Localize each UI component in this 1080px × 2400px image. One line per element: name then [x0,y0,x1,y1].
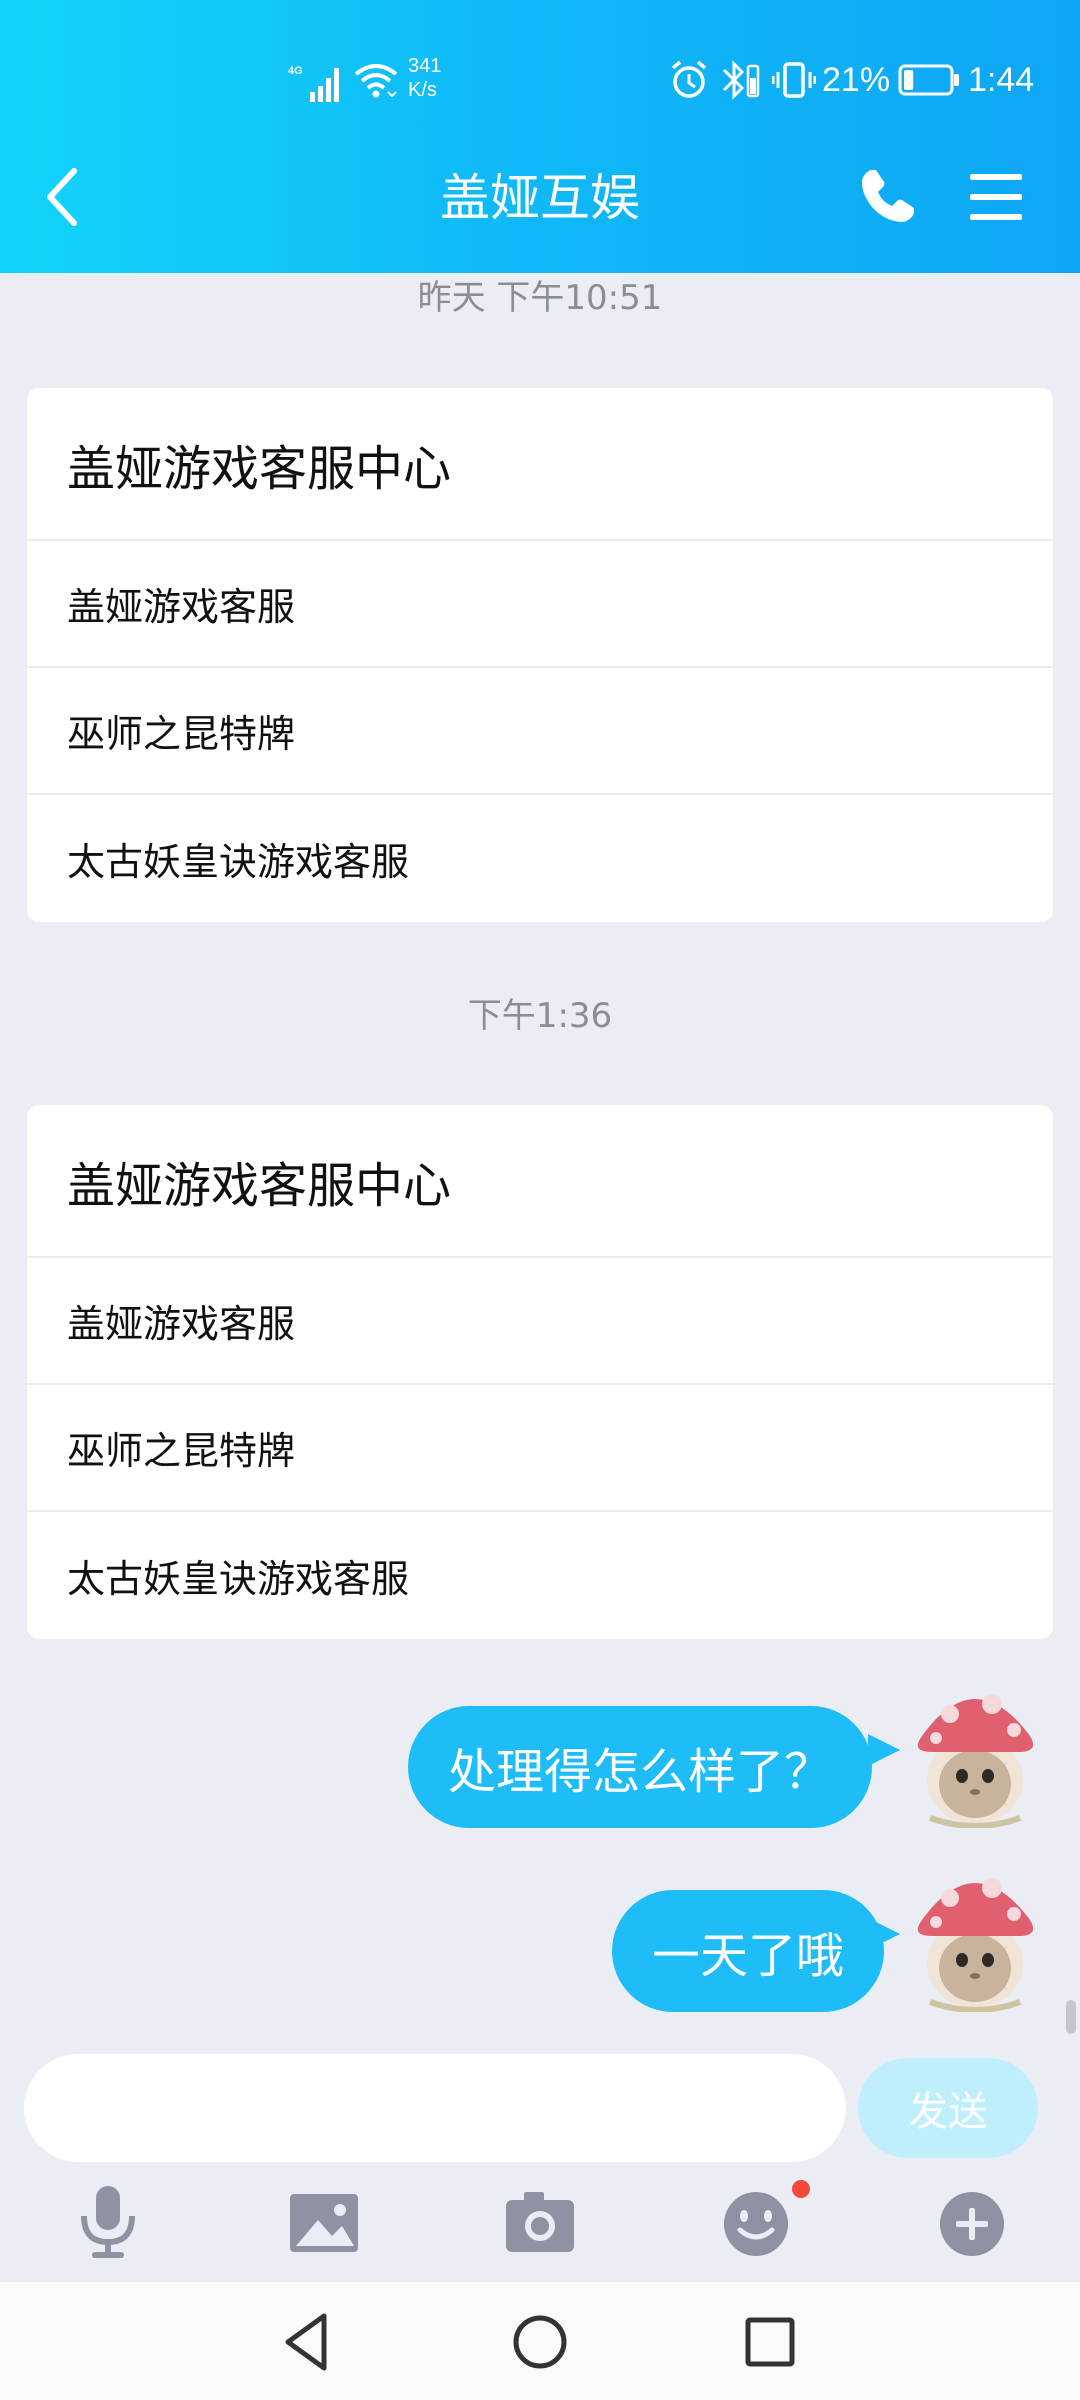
wifi-icon [354,64,398,98]
network-speed-value: 341 [408,55,442,77]
status-bar: 4G 341 K/s 21% 1:44 [0,40,1080,120]
menu-item-taigu-service[interactable]: 太古妖皇诀游戏客服 [27,795,1053,922]
camera-icon[interactable] [500,2182,580,2262]
user-avatar[interactable] [900,1852,1050,2012]
network-speed-unit: K/s [408,79,437,101]
message-input[interactable] [24,2054,846,2162]
service-menu-card: 盖娅游戏客服中心 盖娅游戏客服 巫师之昆特牌 太古妖皇诀游戏客服 [27,1105,1053,1639]
scroll-indicator[interactable] [1066,2000,1076,2034]
message-timestamp: 昨天 下午10:51 [417,278,663,318]
service-menu-card: 盖娅游戏客服中心 盖娅游戏客服 巫师之昆特牌 太古妖皇诀游戏客服 [27,388,1053,922]
microphone-icon[interactable] [68,2182,148,2262]
menu-icon[interactable] [968,170,1024,224]
chat-title: 盖娅互娱 [440,169,640,227]
message-timestamp: 下午1:36 [467,996,613,1036]
battery-icon [898,64,959,96]
user-avatar[interactable] [900,1668,1050,1828]
back-arrow-icon[interactable] [40,165,88,229]
menu-item-gaia-service[interactable]: 盖娅游戏客服 [27,1258,1053,1385]
menu-item-taigu-service[interactable]: 太古妖皇诀游戏客服 [27,1512,1053,1639]
cell-signal-icon: 4G [288,65,339,102]
outgoing-message-bubble[interactable]: 处理得怎么样了？ [408,1706,873,1828]
card-title: 盖娅游戏客服中心 [27,388,1053,541]
emoji-badge [792,2180,810,2198]
plus-icon[interactable] [932,2182,1012,2262]
send-button[interactable]: 发送 [858,2058,1038,2158]
bubble-tail [868,1918,900,1950]
clock: 1:44 [968,61,1035,99]
back-triangle-icon[interactable] [276,2310,340,2374]
battery-percent: 21% [822,61,891,99]
message-text: 一天了哦 [652,1928,845,1984]
card-title: 盖娅游戏客服中心 [27,1105,1053,1258]
menu-item-gwent[interactable]: 巫师之昆特牌 [27,1385,1053,1512]
phone-icon[interactable] [858,166,918,226]
recents-square-icon[interactable] [738,2310,802,2374]
alarm-icon [671,60,707,98]
image-icon[interactable] [284,2182,364,2262]
menu-item-gwent[interactable]: 巫师之昆特牌 [27,668,1053,795]
menu-item-gaia-service[interactable]: 盖娅游戏客服 [27,541,1053,668]
system-navigation-bar [0,2282,1080,2400]
home-circle-icon[interactable] [508,2310,572,2374]
network-type-label: 4G [288,65,303,77]
bluetooth-icon [722,60,760,100]
network-speed: 341 K/s [408,54,441,102]
emoji-icon[interactable] [716,2182,796,2262]
outgoing-message-bubble[interactable]: 一天了哦 [612,1890,885,2012]
bubble-tail [868,1734,900,1766]
chat-header: 4G 341 K/s 21% 1:44 盖娅互娱 [0,0,1080,273]
vibrate-icon [772,62,816,98]
message-text: 处理得怎么样了？ [448,1744,833,1800]
